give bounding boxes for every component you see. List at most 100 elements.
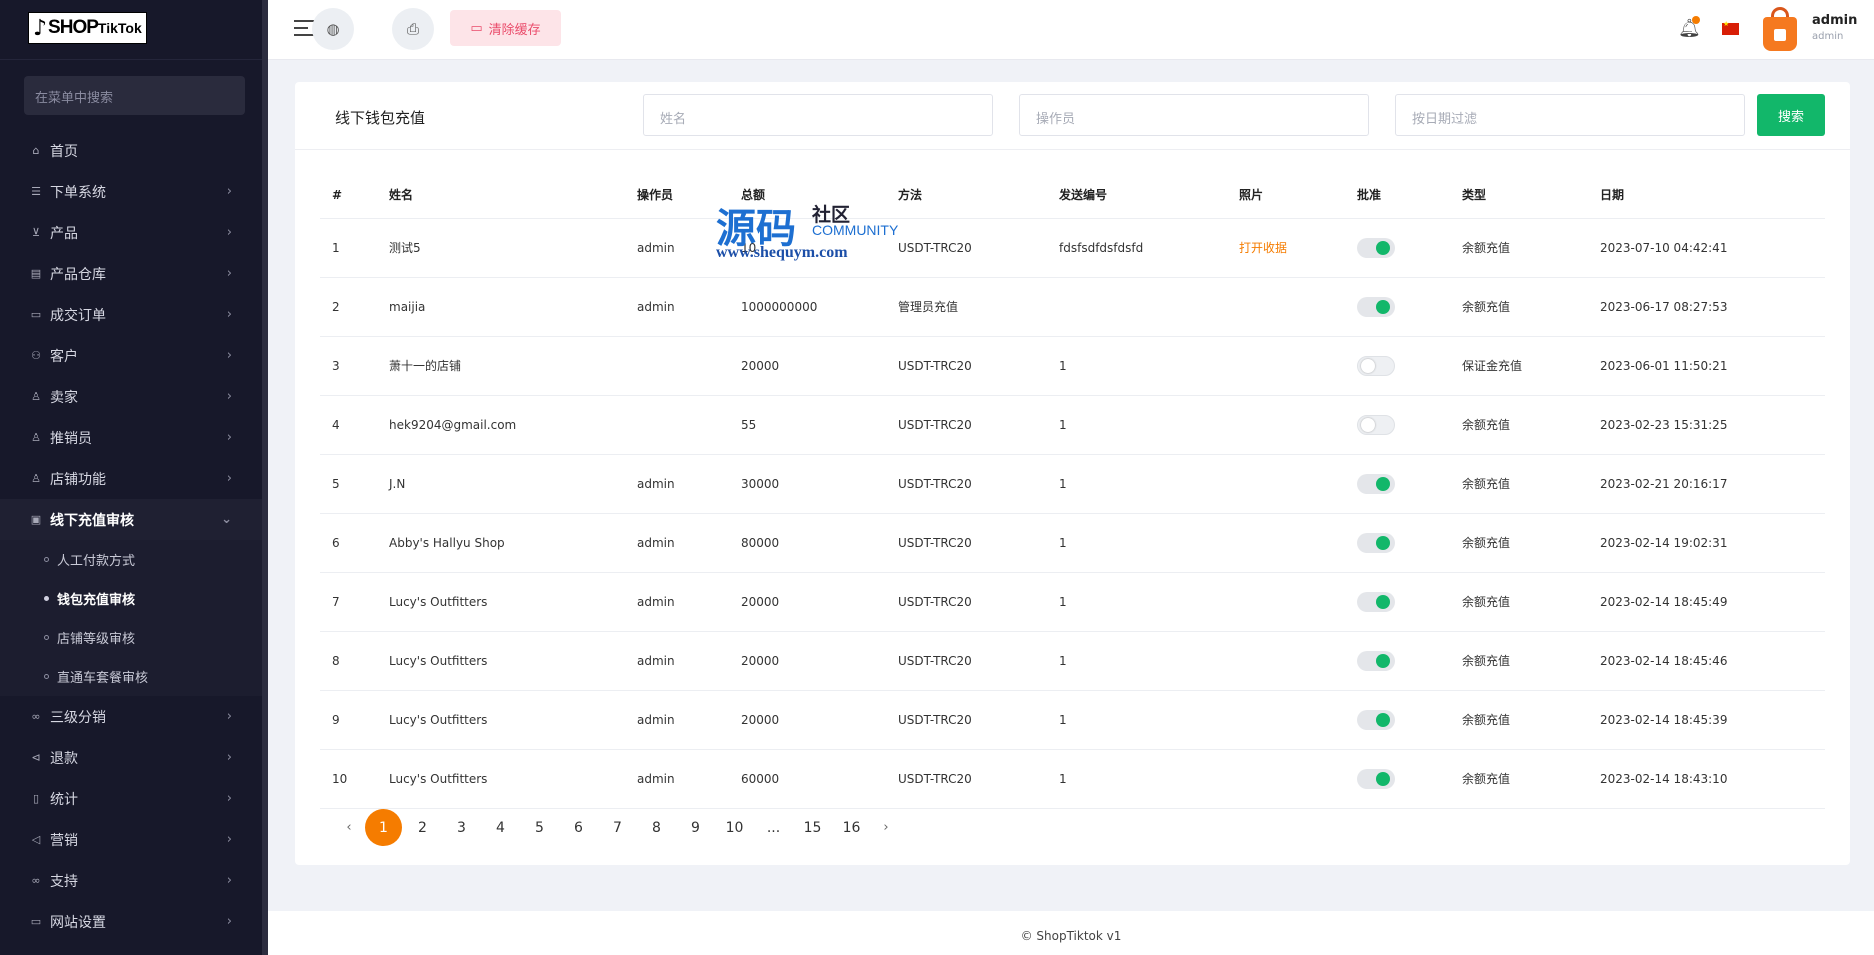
table-row: 8 Lucy's Outfitters admin 20000 USDT-TRC20 1 余… (320, 631, 1825, 691)
cell-name: Lucy's Outfitters (377, 690, 625, 750)
recharge-card: 线下钱包充值 姓名 操作员 按日期过滤 搜索 # 姓名 操作员 总额 方法 发送编号 照片批… (295, 82, 1850, 865)
page-button[interactable]: 16 (833, 809, 870, 846)
search-button[interactable]: 搜索 (1757, 94, 1825, 136)
page-button[interactable]: 4 (482, 809, 519, 846)
sidebar-item-1[interactable]: ☰ 下单系统 › (0, 171, 262, 212)
sidebar-item-label: 营销 (50, 832, 78, 849)
approve-toggle[interactable] (1357, 237, 1395, 258)
date-filter-input[interactable]: 按日期过滤 (1395, 94, 1745, 136)
approve-toggle[interactable] (1357, 532, 1395, 553)
next-page-button[interactable]: › (872, 809, 900, 846)
user-name[interactable]: admin (1812, 13, 1857, 28)
sidebar-item-0[interactable]: ⌂ 首页 (0, 130, 262, 171)
sidebar-item-3[interactable]: ▤ 产品仓库 › (0, 253, 262, 294)
sidebar-item-label: 网站设置 (50, 914, 106, 931)
cell-no: 1 (320, 218, 377, 278)
cell-no: 8 (320, 631, 377, 691)
prev-page-button[interactable]: ‹ (335, 809, 363, 846)
page-button[interactable]: 8 (638, 809, 675, 846)
approve-toggle[interactable] (1357, 768, 1395, 789)
page-button[interactable]: 6 (560, 809, 597, 846)
cell-send-no: 1 (1047, 690, 1227, 750)
card-icon: ▣ (30, 512, 42, 526)
sidebar-item-8[interactable]: ♙ 店铺功能 › (0, 458, 262, 499)
submenu-item-3[interactable]: 直通车套餐审核 (0, 657, 262, 696)
page-button[interactable]: 1 (365, 809, 402, 846)
sidebar-scrollbar[interactable] (262, 0, 268, 955)
cell-send-no: 1 (1047, 454, 1227, 514)
cell-approved (1345, 690, 1450, 750)
approve-toggle[interactable] (1357, 414, 1395, 435)
sidebar-item-label: 推销员 (50, 430, 92, 447)
sidebar-item-10[interactable]: ∞ 三级分销 › (0, 696, 262, 737)
sidebar-item-14[interactable]: ∞ 支持 › (0, 860, 262, 901)
bullet-icon (44, 596, 49, 601)
sidebar-item-4[interactable]: ▭ 成交订单 › (0, 294, 262, 335)
sidebar-item-label: 退款 (50, 750, 78, 767)
sidebar-item-9[interactable]: ▣ 线下充值审核 ⌄ (0, 499, 262, 540)
clear-cache-button[interactable]: ▭ 清除缓存 (450, 10, 561, 46)
page-button[interactable]: 2 (404, 809, 441, 846)
china-flag-icon[interactable] (1722, 20, 1739, 35)
globe-button[interactable]: ◍ (312, 8, 354, 50)
name-filter-input[interactable]: 姓名 (643, 94, 993, 136)
cell-type: 余额充值 (1450, 690, 1588, 750)
page-button[interactable]: 10 (716, 809, 753, 846)
submenu-item-0[interactable]: 人工付款方式 (0, 540, 262, 579)
avatar[interactable] (1763, 7, 1797, 51)
page-button[interactable]: 3 (443, 809, 480, 846)
print-button[interactable]: ⎙ (392, 8, 434, 50)
open-receipt-link[interactable]: 打开收据 (1239, 241, 1287, 255)
sidebar-item-13[interactable]: ◁ 营销 › (0, 819, 262, 860)
table-row: 9 Lucy's Outfitters admin 20000 USDT-TRC20 1 余… (320, 690, 1825, 750)
cell-amount: 20000 (729, 631, 886, 691)
logo[interactable]: ♪ SHOPTikTok (28, 12, 147, 44)
menu-search-input[interactable]: 在菜单中搜索 (24, 76, 245, 115)
cell-name: J.N (377, 454, 625, 514)
sidebar-item-15[interactable]: ▭ 网站设置 › (0, 901, 262, 942)
page-button[interactable]: 5 (521, 809, 558, 846)
cell-photo (1227, 454, 1345, 514)
sidebar-item-label: 首页 (50, 143, 78, 160)
column-header: 日期 (1588, 172, 1825, 219)
cell-method: USDT-TRC20 (886, 690, 1047, 750)
approve-toggle[interactable] (1357, 473, 1395, 494)
sidebar-item-5[interactable]: ⚇ 客户 › (0, 335, 262, 376)
cell-approved (1345, 336, 1450, 396)
warehouse-icon: ▤ (30, 266, 42, 280)
cell-date: 2023-02-14 18:45:39 (1588, 690, 1825, 750)
operator-filter-input[interactable]: 操作员 (1019, 94, 1369, 136)
page-button[interactable]: ... (755, 809, 792, 846)
cell-date: 2023-06-01 11:50:21 (1588, 336, 1825, 396)
sidebar-item-11[interactable]: ⊲ 退款 › (0, 737, 262, 778)
sidebar-item-2[interactable]: ⊻ 产品 › (0, 212, 262, 253)
submenu-item-2[interactable]: 店铺等级审核 (0, 618, 262, 657)
bullet-icon (44, 635, 49, 640)
page-button[interactable]: 15 (794, 809, 831, 846)
sidebar-item-7[interactable]: ♙ 推销员 › (0, 417, 262, 458)
bullet-icon (44, 557, 49, 562)
table-row: 2 maijia admin 1000000000 管理员充值 余额充值 2023-06-1… (320, 277, 1825, 337)
sidebar-item-6[interactable]: ♙ 卖家 › (0, 376, 262, 417)
home-icon: ⌂ (32, 143, 40, 157)
logo-brand: SHOPTikTok (48, 17, 142, 38)
approve-toggle[interactable] (1357, 296, 1395, 317)
approve-toggle[interactable] (1357, 650, 1395, 671)
page-button[interactable]: 9 (677, 809, 714, 846)
logo-row: ♪ SHOPTikTok (0, 0, 268, 60)
sidebar-item-12[interactable]: ▯ 统计 › (0, 778, 262, 819)
cell-approved (1345, 454, 1450, 514)
users-icon: ⚇ (31, 348, 41, 362)
cell-photo (1227, 749, 1345, 809)
page-button[interactable]: 7 (599, 809, 636, 846)
approve-toggle[interactable] (1357, 355, 1395, 376)
column-header: 批准 (1345, 172, 1450, 219)
approve-toggle[interactable] (1357, 709, 1395, 730)
table-header-row: # 姓名 操作员 总额 方法 发送编号 照片 批准 类型 日期 (320, 172, 1825, 219)
approve-toggle[interactable] (1357, 591, 1395, 612)
notifications-button[interactable]: 🔔︎ (1678, 16, 1701, 40)
submenu-item-1[interactable]: 钱包充值审核 (0, 579, 262, 618)
cell-type: 余额充值 (1450, 631, 1588, 691)
cell-date: 2023-02-14 19:02:31 (1588, 513, 1825, 573)
cell-type: 保证金充值 (1450, 336, 1588, 396)
